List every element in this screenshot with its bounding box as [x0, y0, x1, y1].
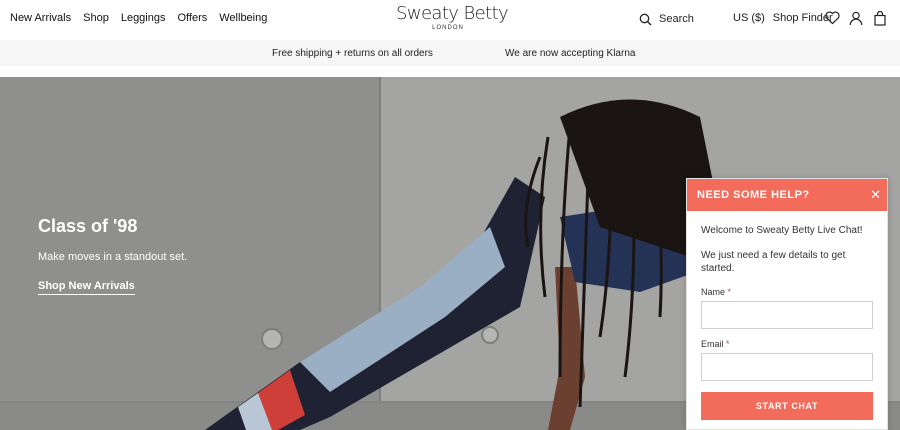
close-icon[interactable]: ✕ [870, 188, 881, 201]
name-label-text: Name [701, 287, 726, 297]
header-icons [824, 10, 888, 26]
email-label: Email * [701, 339, 730, 349]
utility-links: US ($) Shop Finder [733, 12, 833, 24]
chat-details-text: We just need a few details to get starte… [701, 250, 846, 274]
announcement-klarna[interactable]: We are now accepting Klarna [505, 48, 635, 59]
name-field[interactable] [701, 301, 873, 329]
logo-wordmark: Sweaty Betty [396, 3, 509, 24]
hero-title: Class of '98 [38, 216, 138, 236]
chat-header: NEED SOME HELP? ✕ [687, 179, 887, 211]
spacer [0, 66, 900, 77]
nav-offers[interactable]: Offers [177, 12, 207, 24]
search-icon [637, 11, 653, 27]
main-nav: New Arrivals Shop Leggings Offers Wellbe… [10, 12, 267, 24]
logo-subtext: LONDON [432, 25, 464, 31]
chat-welcome-text: Welcome to Sweaty Betty Live Chat! [701, 225, 863, 236]
brand-logo[interactable]: Sweaty Betty LONDON [396, 3, 509, 32]
live-chat-panel: NEED SOME HELP? ✕ Welcome to Sweaty Bett… [686, 178, 888, 430]
announcement-shipping[interactable]: Free shipping + returns on all orders [272, 48, 433, 59]
search-button[interactable]: Search [637, 11, 694, 27]
nav-leggings[interactable]: Leggings [121, 12, 166, 24]
email-field[interactable] [701, 353, 873, 381]
nav-shop[interactable]: Shop [83, 12, 109, 24]
name-label: Name * [701, 287, 731, 297]
email-label-text: Email [701, 339, 724, 349]
shop-new-arrivals-link[interactable]: Shop New Arrivals [38, 280, 135, 295]
account-user-icon[interactable] [848, 10, 864, 26]
chat-title: NEED SOME HELP? [697, 189, 810, 201]
hero-subtitle: Make moves in a standout set. [38, 251, 188, 263]
wishlist-heart-icon[interactable] [824, 10, 840, 26]
site-header: New Arrivals Shop Leggings Offers Wellbe… [0, 0, 900, 40]
search-label: Search [659, 13, 694, 25]
bag-icon[interactable] [872, 10, 888, 26]
nav-new-arrivals[interactable]: New Arrivals [10, 12, 71, 24]
required-marker: * [727, 287, 732, 297]
announcement-bar: Free shipping + returns on all orders We… [0, 40, 900, 66]
currency-selector[interactable]: US ($) [733, 12, 765, 24]
start-chat-button[interactable]: START CHAT [701, 392, 873, 420]
required-marker: * [726, 339, 730, 349]
nav-wellbeing[interactable]: Wellbeing [219, 12, 267, 24]
